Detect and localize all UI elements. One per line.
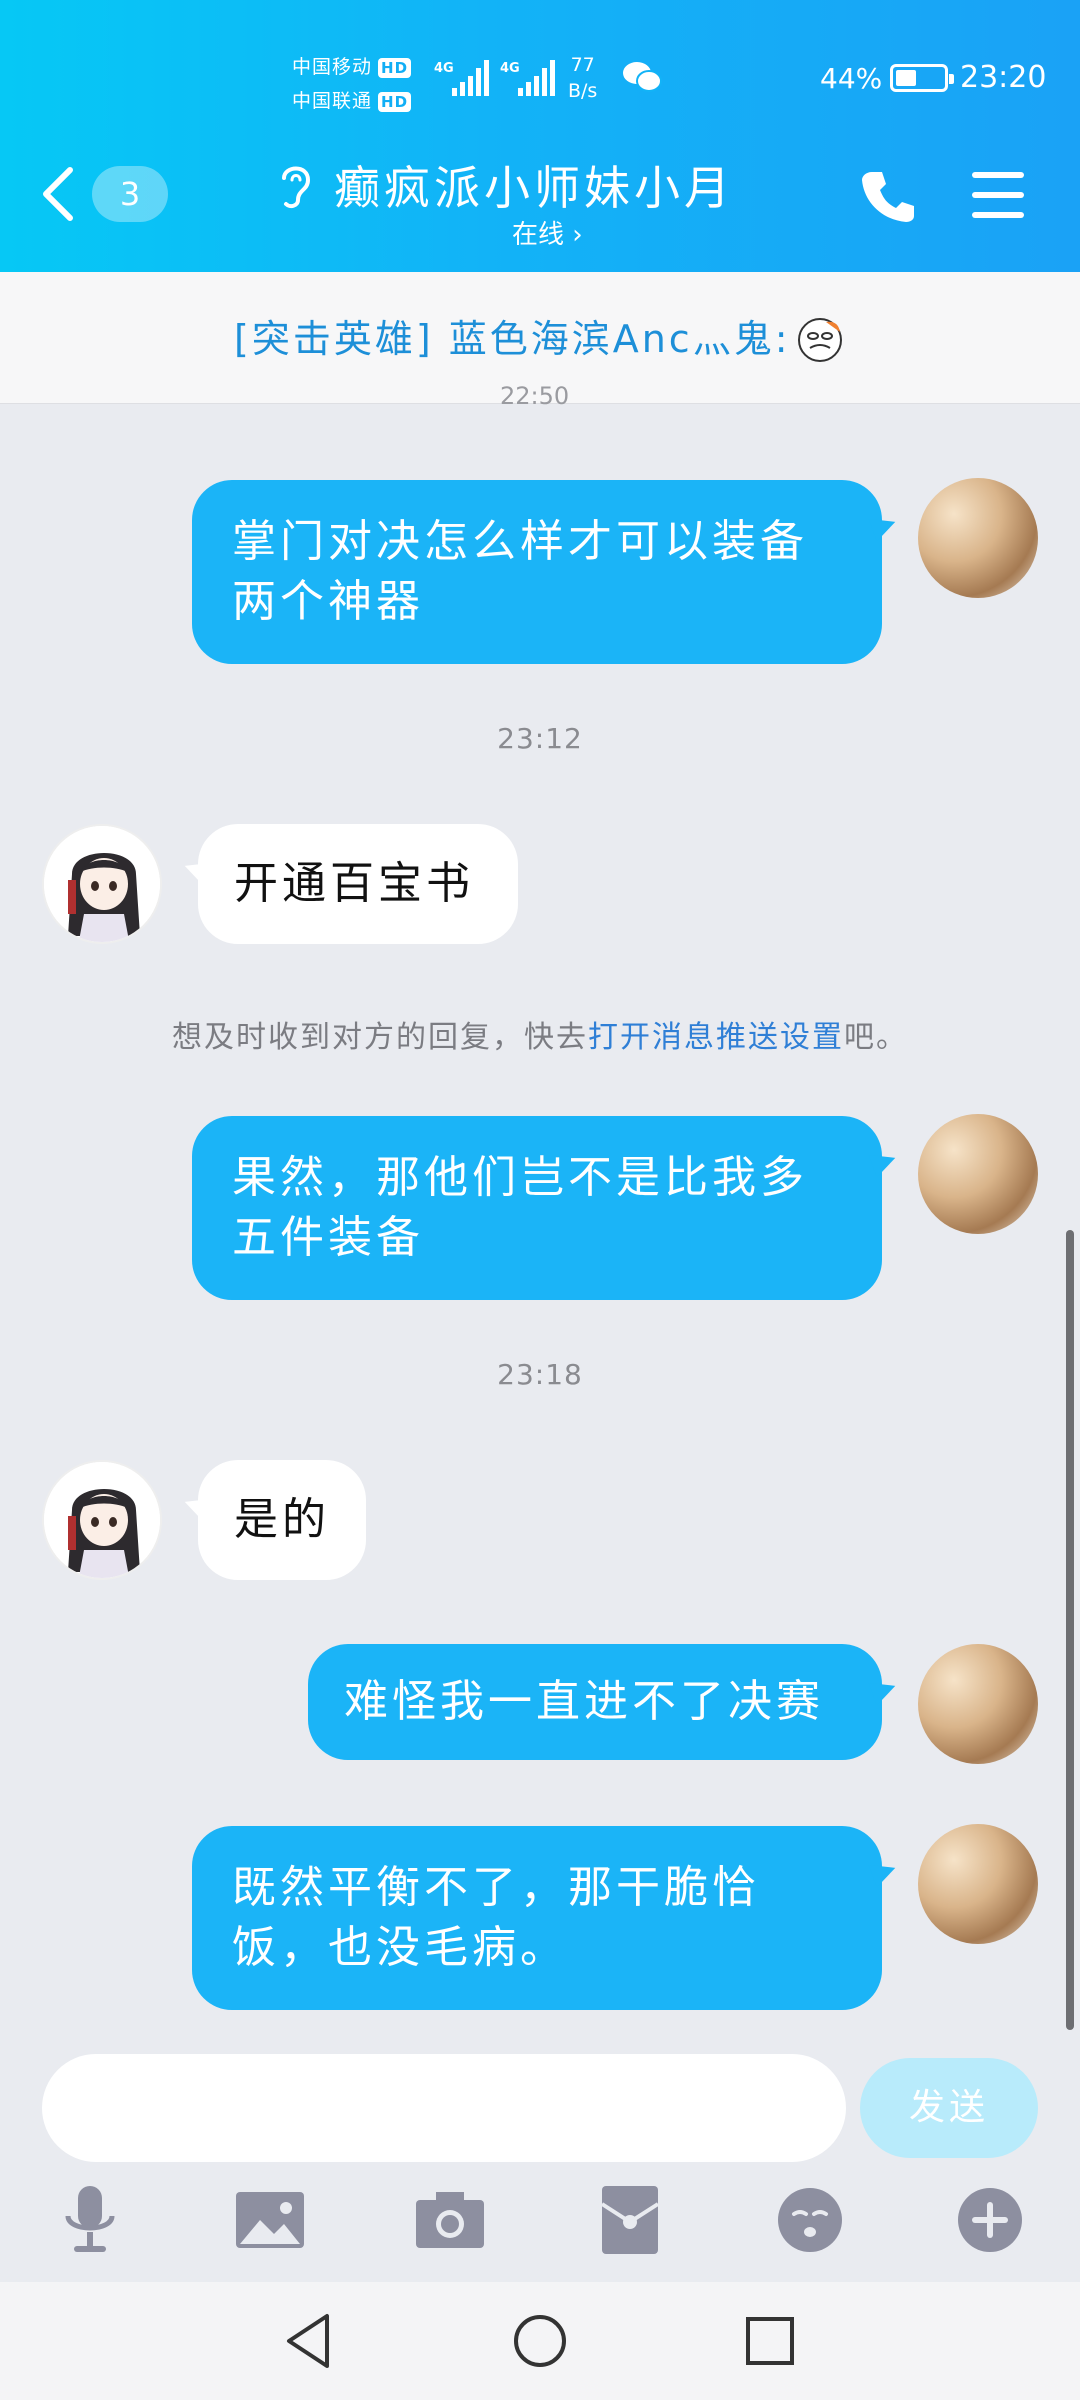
back-triangle-icon[interactable] — [275, 2306, 345, 2376]
chat-title[interactable]: 癫疯派小师妹小月 — [334, 152, 734, 218]
menu-icon[interactable] — [970, 170, 1026, 220]
send-button[interactable]: 发送 — [860, 2058, 1038, 2158]
message-bubble-incoming[interactable]: 开通百宝书 — [198, 824, 518, 944]
chat-screen: 中国移动 HD 中国联通 HD 4G 4G 77 B/s 44% 23:20 3… — [0, 0, 1080, 2400]
unread-count-badge: 3 — [92, 166, 168, 222]
chat-header: 中国移动 HD 中国联通 HD 4G 4G 77 B/s 44% 23:20 3… — [0, 0, 1080, 272]
red-packet-icon[interactable] — [590, 2180, 670, 2260]
avatar-self[interactable] — [918, 1824, 1038, 1944]
message-text-line: 掌门对决怎么样才可以装备 — [232, 516, 808, 567]
tip-prefix: 想及时收到对方的回复，快去 — [172, 1020, 588, 1055]
message-text: 是的 — [234, 1494, 330, 1545]
avatar-contact[interactable] — [42, 824, 162, 944]
push-notification-tip: 想及时收到对方的回复，快去打开消息推送设置吧。 — [0, 1012, 1080, 1056]
message-input[interactable] — [42, 2054, 846, 2162]
avatar-contact[interactable] — [42, 1460, 162, 1580]
hd-badge-1: HD — [378, 57, 412, 78]
message-text: 开通百宝书 — [234, 858, 474, 909]
message-bubble-outgoing[interactable]: 难怪我一直进不了决赛 — [308, 1644, 882, 1760]
back-button[interactable]: 3 — [40, 160, 170, 230]
carrier-2: 中国联通 — [292, 90, 373, 112]
microphone-icon[interactable] — [50, 2180, 130, 2260]
battery-icon — [890, 64, 954, 92]
net-type-2: 4G — [500, 61, 520, 76]
avatar-self[interactable] — [918, 478, 1038, 598]
carrier-1: 中国移动 — [292, 56, 373, 78]
message-timestamp: 23:12 — [497, 722, 583, 755]
system-nav-bar — [0, 2282, 1080, 2400]
avatar-self[interactable] — [918, 1114, 1038, 1234]
battery-percent: 44% — [820, 62, 883, 95]
emoji-icon[interactable] — [770, 2180, 850, 2260]
status-clock: 23:20 — [960, 60, 1047, 95]
online-status[interactable]: 在线 › — [512, 214, 583, 251]
message-text-line: 两个神器 — [232, 576, 424, 627]
message-bubble-outgoing[interactable]: 掌门对决怎么样才可以装备 两个神器 — [192, 480, 882, 664]
message-bubble-incoming[interactable]: 是的 — [198, 1460, 366, 1580]
contact-avatar-illustration — [44, 1462, 160, 1578]
message-bubble-outgoing[interactable]: 果然，那他们岂不是比我多 五件装备 — [192, 1116, 882, 1300]
avatar-self[interactable] — [918, 1644, 1038, 1764]
battery-fill — [896, 70, 916, 86]
contact-avatar-illustration — [44, 826, 160, 942]
chevron-left-icon — [43, 167, 73, 221]
announcement-text: [突击英雄] 蓝色海滨Anc灬鬼: — [234, 317, 791, 361]
ear-icon[interactable] — [276, 160, 316, 210]
image-icon[interactable] — [230, 2180, 310, 2260]
home-circle-icon[interactable] — [505, 2306, 575, 2376]
message-text-line: 既然平衡不了，那干脆恰 — [232, 1862, 760, 1913]
carrier-info: 中国移动 HD 中国联通 HD — [292, 50, 412, 118]
message-text-line: 五件装备 — [232, 1212, 424, 1263]
message-timestamp: 23:18 — [497, 1358, 583, 1391]
network-speed: 77 B/s — [568, 52, 597, 104]
chat-scrollbar[interactable] — [1066, 1230, 1074, 2030]
net-speed-unit: B/s — [568, 80, 598, 102]
camera-icon[interactable] — [410, 2180, 490, 2260]
partial-timestamp: 22:50 — [500, 382, 570, 410]
hd-badge-2: HD — [378, 91, 412, 112]
push-settings-link[interactable]: 打开消息推送设置 — [588, 1020, 844, 1055]
phone-call-icon[interactable] — [860, 168, 916, 224]
message-text-line: 饭，也没毛病。 — [232, 1922, 568, 1973]
message-text: 难怪我一直进不了决赛 — [344, 1676, 824, 1727]
recents-square-icon[interactable] — [735, 2306, 805, 2376]
net-speed-value: 77 — [570, 54, 595, 76]
wechat-icon — [623, 62, 662, 92]
input-area: 发送 — [0, 2030, 1080, 2280]
status-bar: 中国移动 HD 中国联通 HD 4G 4G 77 B/s 44% 23:20 — [0, 40, 1080, 120]
message-bubble-outgoing[interactable]: 既然平衡不了，那干脆恰 饭，也没毛病。 — [192, 1826, 882, 2010]
plus-icon[interactable] — [950, 2180, 1030, 2260]
message-text-line: 果然，那他们岂不是比我多 — [232, 1152, 808, 1203]
emoji-face-icon — [798, 318, 842, 362]
signal-strength-2-icon: 4G — [500, 60, 555, 96]
tip-suffix: 吧。 — [844, 1020, 908, 1055]
net-type-1: 4G — [434, 61, 454, 76]
signal-strength-1-icon: 4G — [434, 60, 489, 96]
